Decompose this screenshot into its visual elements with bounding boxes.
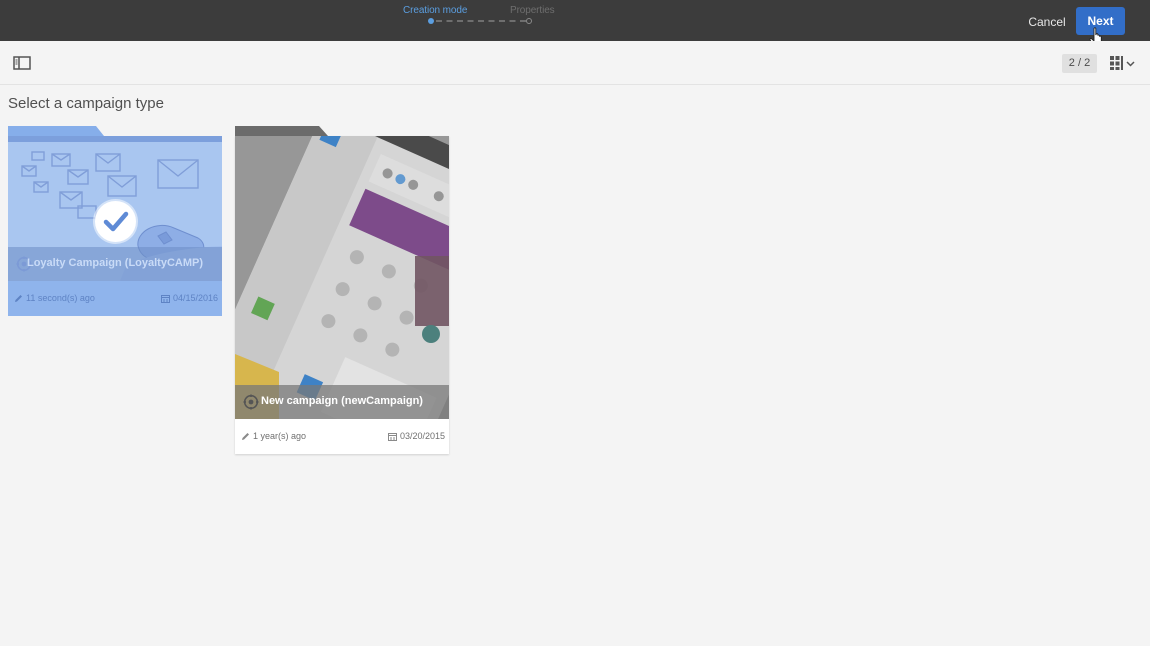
panel-toggle-icon[interactable] [13,56,31,70]
toolbar: 2 / 2 [0,41,1150,85]
step-connector [436,20,526,22]
card-body: Loyalty Campaign (LoyaltyCAMP) 11 second… [8,136,222,316]
calendar-icon [160,295,170,303]
step-dot-inactive [526,18,532,24]
chevron-down-icon [1126,61,1135,67]
selected-check-circle [95,201,136,242]
card-caption: Loyalty Campaign (LoyaltyCAMP) [8,247,222,281]
app-screenshot-thumbnail-image [235,136,449,419]
checkmark-icon [103,211,129,232]
card-date: 03/20/2015 [387,431,445,441]
card-date: 04/15/2016 [160,293,218,303]
card-thumbnail: New campaign (newCampaign) [235,136,449,419]
grid-view-icon[interactable] [1108,53,1138,73]
top-bar: Creation mode Properties Cancel Next [0,0,1150,47]
card-title: Loyalty Campaign (LoyaltyCAMP) [26,257,204,269]
page-title: Select a campaign type [8,95,164,112]
page-count-badge: 2 / 2 [1062,54,1097,73]
card-thumbnail: Loyalty Campaign (LoyaltyCAMP) [8,136,222,281]
card-modified-text: 11 second(s) ago [26,293,95,303]
step-dot-active [428,18,434,24]
step-properties[interactable]: Properties [510,5,555,16]
cancel-button[interactable]: Cancel [1022,8,1072,35]
step-creation-mode[interactable]: Creation mode [403,5,467,16]
card-footer: 1 year(s) ago 03/20/2015 [235,419,449,454]
campaign-card-loyalty[interactable]: Loyalty Campaign (LoyaltyCAMP) 11 second… [8,126,222,316]
card-date-text: 03/20/2015 [399,431,445,441]
card-modified: 1 year(s) ago [241,431,306,441]
calendar-icon [387,433,397,441]
card-modified: 11 second(s) ago [14,293,95,303]
card-body: New campaign (newCampaign) 1 year(s) ago… [235,136,449,454]
card-date-text: 04/15/2016 [172,293,218,303]
pencil-icon [15,295,22,302]
card-caption: New campaign (newCampaign) [235,385,449,419]
creation-stepper: Creation mode Properties [400,0,560,41]
pencil-icon [242,433,249,440]
card-title: New campaign (newCampaign) [261,395,423,407]
card-modified-text: 1 year(s) ago [253,431,307,441]
card-footer: 11 second(s) ago 04/15/2016 [8,281,222,316]
campaign-card-new[interactable]: New campaign (newCampaign) 1 year(s) ago… [235,126,449,456]
